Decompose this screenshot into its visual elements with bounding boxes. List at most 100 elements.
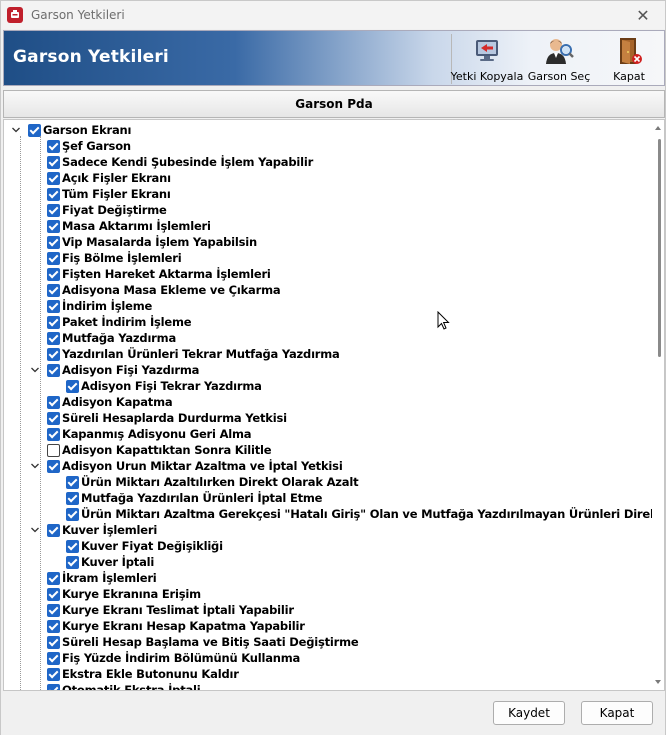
tree-item-checkbox[interactable] xyxy=(47,252,60,265)
tree-item[interactable]: Adisyon Urun Miktar Azaltma ve İptal Yet… xyxy=(4,458,652,474)
tree-item[interactable]: Fişten Hareket Aktarma İşlemleri xyxy=(4,266,652,282)
tree-item[interactable]: Adisyon Fişi Yazdırma xyxy=(4,362,652,378)
tree-item-checkbox[interactable] xyxy=(66,380,79,393)
tree-item-label: İndirim İşleme xyxy=(62,299,153,313)
tree-item[interactable]: Kuver Fiyat Değişikliği xyxy=(4,538,652,554)
tree-item-checkbox[interactable] xyxy=(47,268,60,281)
close-button[interactable]: Kapat xyxy=(581,701,653,725)
tree-item-checkbox[interactable] xyxy=(47,652,60,665)
vertical-scrollbar[interactable] xyxy=(652,120,664,690)
tree-item-checkbox[interactable] xyxy=(66,508,79,521)
tree-item-checkbox[interactable] xyxy=(66,476,79,489)
copy-permissions-button[interactable]: Yetki Kopyala xyxy=(451,32,523,85)
tree-item-checkbox[interactable] xyxy=(47,236,60,249)
tree-item[interactable]: Mutfağa Yazdırılan Ürünleri İptal Etme xyxy=(4,490,652,506)
tree-item[interactable]: Ekstra Ekle Butonunu Kaldır xyxy=(4,666,652,682)
tree-item-checkbox[interactable] xyxy=(47,348,60,361)
tree-item[interactable]: Otomatik Ekstra İptali xyxy=(4,682,652,690)
tree-item[interactable]: Yazdırılan Ürünleri Tekrar Mutfağa Yazdı… xyxy=(4,346,652,362)
tree-item-checkbox[interactable] xyxy=(47,572,60,585)
tree-item-label: Fiş Yüzde İndirim Bölümünü Kullanma xyxy=(62,651,301,665)
permissions-tree[interactable]: Garson Ekranı Şef Garson Sadece Kendi Şube… xyxy=(3,119,665,691)
header-close-button[interactable]: Kapat xyxy=(604,32,654,85)
tree-item[interactable]: Kapanmış Adisyonu Geri Alma xyxy=(4,426,652,442)
tree-item[interactable]: Fiş Bölme İşlemleri xyxy=(4,250,652,266)
tree-item[interactable]: Adisyon Fişi Tekrar Yazdırma xyxy=(4,378,652,394)
tree-item[interactable]: Sadece Kendi Şubesinde İşlem Yapabilir xyxy=(4,154,652,170)
tree-item-checkbox[interactable] xyxy=(47,188,60,201)
tree-item[interactable]: Kurye Ekranı Hesap Kapatma Yapabilir xyxy=(4,618,652,634)
tree-item-checkbox[interactable] xyxy=(47,140,60,153)
tree-item[interactable]: Şef Garson xyxy=(4,138,652,154)
tree-item-checkbox[interactable] xyxy=(47,428,60,441)
tree-item[interactable]: Kuver İptali xyxy=(4,554,652,570)
tree-item-checkbox[interactable] xyxy=(66,556,79,569)
tree-item[interactable]: Tüm Fişler Ekranı xyxy=(4,186,652,202)
tree-item-checkbox[interactable] xyxy=(66,540,79,553)
tree-item-checkbox[interactable] xyxy=(47,668,60,681)
scroll-thumb[interactable] xyxy=(658,139,661,357)
select-waiter-label: Garson Seç xyxy=(527,70,591,83)
tree-item-checkbox[interactable] xyxy=(47,364,60,377)
tree-item-label: Kurye Ekranı Teslimat İptali Yapabilir xyxy=(62,603,294,617)
tree-item-checkbox[interactable] xyxy=(47,460,60,473)
tree-item-checkbox[interactable] xyxy=(47,332,60,345)
tree-item[interactable]: İndirim İşleme xyxy=(4,298,652,314)
scroll-down-icon[interactable] xyxy=(654,678,662,686)
tree-item[interactable]: Kurye Ekranı Teslimat İptali Yapabilir xyxy=(4,602,652,618)
tree-item-checkbox[interactable] xyxy=(47,524,60,537)
tree-item-checkbox[interactable] xyxy=(47,412,60,425)
select-waiter-button[interactable]: Garson Seç xyxy=(525,32,593,85)
tree-item-checkbox[interactable] xyxy=(47,588,60,601)
tree-item-checkbox[interactable] xyxy=(47,156,60,169)
save-button[interactable]: Kaydet xyxy=(493,701,565,725)
tree-item[interactable]: Ürün Miktarı Azaltma Gerekçesi "Hatalı G… xyxy=(4,506,664,522)
tree-item-label: Adisyon Kapatma xyxy=(62,395,173,409)
tree-item[interactable]: Adisyona Masa Ekleme ve Çıkarma xyxy=(4,282,652,298)
tree-item[interactable]: Kurye Ekranına Erişim xyxy=(4,586,652,602)
tree-item-checkbox[interactable] xyxy=(47,172,60,185)
tree-item-checkbox[interactable] xyxy=(47,284,60,297)
tree-item-checkbox[interactable] xyxy=(47,444,60,457)
tree-item-label: Adisyona Masa Ekleme ve Çıkarma xyxy=(62,283,281,297)
copy-permissions-icon xyxy=(472,36,502,66)
exit-door-icon xyxy=(614,36,644,66)
tree-item-checkbox[interactable] xyxy=(47,604,60,617)
header-panel: Garson Yetkileri Yetki Kopyala Garson Se… xyxy=(3,30,665,86)
tree-item-checkbox[interactable] xyxy=(47,316,60,329)
tree-item[interactable]: Açık Fişler Ekranı xyxy=(4,170,652,186)
tree-item[interactable]: Vip Masalarda İşlem Yapabilsin xyxy=(4,234,652,250)
tree-item[interactable]: Süreli Hesaplarda Durdurma Yetkisi xyxy=(4,410,652,426)
tree-item-label: Mutfağa Yazdırılan Ürünleri İptal Etme xyxy=(81,491,323,505)
tree-item[interactable]: Fiş Yüzde İndirim Bölümünü Kullanma xyxy=(4,650,652,666)
tree-item-label: Ürün Miktarı Azaltılırken Direkt Olarak … xyxy=(81,475,359,489)
chevron-down-icon[interactable] xyxy=(10,124,22,136)
tree-item-checkbox[interactable] xyxy=(47,300,60,313)
app-icon xyxy=(7,7,23,23)
tree-item[interactable]: Mutfağa Yazdırma xyxy=(4,330,652,346)
scroll-up-icon[interactable] xyxy=(654,124,662,132)
tree-item[interactable]: Ürün Miktarı Azaltılırken Direkt Olarak … xyxy=(4,474,652,490)
tree-item[interactable]: Süreli Hesap Başlama ve Bitiş Saati Deği… xyxy=(4,634,652,650)
tree-item-checkbox[interactable] xyxy=(47,204,60,217)
tree-item-checkbox[interactable] xyxy=(47,636,60,649)
tree-item-label: Yazdırılan Ürünleri Tekrar Mutfağa Yazdı… xyxy=(62,347,340,361)
window-close-button[interactable]: ✕ xyxy=(621,1,665,29)
header-title: Garson Yetkileri xyxy=(13,47,169,67)
tree-item[interactable]: Paket İndirim İşleme xyxy=(4,314,652,330)
tree-item-label: Adisyon Fişi Yazdırma xyxy=(62,363,200,377)
tree-item[interactable]: Fiyat Değiştirme xyxy=(4,202,652,218)
title-bar[interactable]: Garson Yetkileri ✕ xyxy=(1,1,665,29)
tree-item[interactable]: Adisyon Kapatma xyxy=(4,394,652,410)
tree-item[interactable]: İkram İşlemleri xyxy=(4,570,652,586)
tree-item[interactable]: Kuver İşlemleri xyxy=(4,522,652,538)
tree-item-checkbox[interactable] xyxy=(47,684,60,690)
tree-item[interactable]: Masa Aktarımı İşlemleri xyxy=(4,218,652,234)
tree-item-checkbox[interactable] xyxy=(66,492,79,505)
tree-item[interactable]: Garson Ekranı xyxy=(4,122,652,138)
tree-item-checkbox[interactable] xyxy=(47,220,60,233)
tree-item-label: Ekstra Ekle Butonunu Kaldır xyxy=(62,667,239,681)
tree-item-checkbox[interactable] xyxy=(47,620,60,633)
tree-item-checkbox[interactable] xyxy=(47,396,60,409)
tree-item[interactable]: Adisyon Kapattıktan Sonra Kilitle xyxy=(4,442,652,458)
